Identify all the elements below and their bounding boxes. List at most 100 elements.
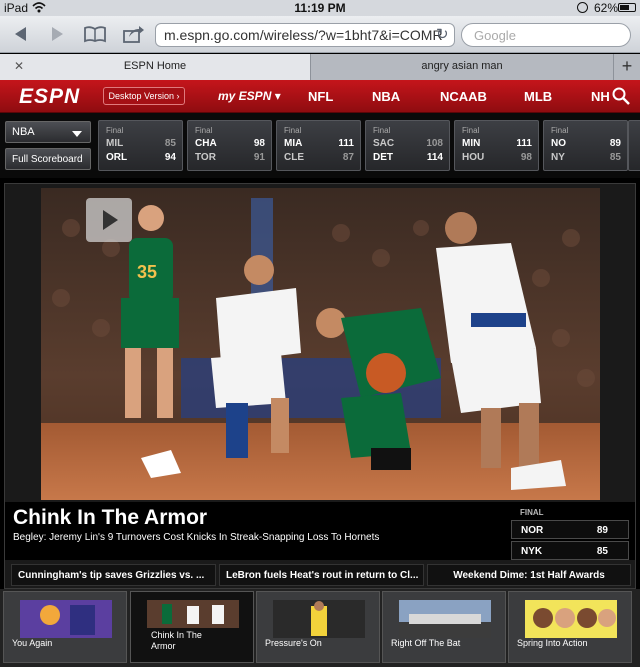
- game-team-row: MIA 111: [284, 138, 354, 151]
- battery-percent: 62%: [594, 1, 619, 15]
- game-team-row: MIL 85: [106, 138, 176, 151]
- headline-link[interactable]: LeBron fuels Heat's rout in return to Cl…: [219, 564, 424, 586]
- game-score-card-partial[interactable]: [628, 120, 640, 171]
- dropdown-arrow-icon: [72, 131, 82, 137]
- game-team-row: CHA 98: [195, 138, 265, 151]
- game-team-row: NO 89: [551, 138, 621, 151]
- game-score-card[interactable]: Final MIL 85 ORL 94: [98, 120, 183, 171]
- tab-title: angry asian man: [421, 60, 503, 72]
- tab-bar: ✕ ESPN Home angry asian man +: [0, 54, 640, 80]
- game-score-card[interactable]: Final NO 89 NY 85: [543, 120, 628, 171]
- play-video-button[interactable]: [86, 198, 132, 242]
- espn-logo[interactable]: ESPN: [19, 86, 80, 107]
- my-espn-menu[interactable]: my ESPN ▾: [218, 89, 281, 103]
- full-scoreboard-button[interactable]: Full Scoreboard: [5, 148, 91, 170]
- thumbnail-image: [399, 600, 491, 638]
- team-score: 111: [338, 138, 354, 149]
- final-row-nor: NOR 89: [511, 520, 629, 539]
- close-tab-icon[interactable]: ✕: [14, 54, 24, 78]
- game-team-row: HOU 98: [462, 152, 532, 165]
- game-team-row: NY 85: [551, 152, 621, 165]
- league-label: NBA: [12, 126, 35, 138]
- team-abbr: HOU: [462, 152, 485, 163]
- team-abbr: CHA: [195, 138, 217, 149]
- carousel-label: Pressure's On: [265, 638, 322, 648]
- story-caption: Chink In The Armor Begley: Jeremy Lin's …: [5, 502, 635, 560]
- team-score: 85: [609, 152, 621, 163]
- back-icon[interactable]: [12, 25, 28, 43]
- game-team-row: SAC 108: [373, 138, 443, 151]
- team-score: 89: [609, 138, 621, 149]
- carousel-label: Spring Into Action: [517, 638, 588, 648]
- team-score: 98: [520, 152, 532, 163]
- game-team-row: TOR 91: [195, 152, 265, 165]
- carousel-item[interactable]: Pressure's On: [256, 591, 380, 663]
- headline-link[interactable]: Cunningham's tip saves Grizzlies vs. ...: [11, 564, 216, 586]
- desktop-version-button[interactable]: Desktop Version ›: [103, 87, 185, 105]
- team-score: 111: [516, 138, 532, 149]
- carousel-item-active[interactable]: Chink In The Armor: [130, 591, 254, 663]
- battery-icon: [618, 3, 636, 12]
- game-score-card[interactable]: Final MIA 111 CLE 87: [276, 120, 361, 171]
- carousel-item[interactable]: You Again: [3, 591, 127, 663]
- final-score: 85: [596, 546, 608, 557]
- team-abbr: SAC: [373, 138, 395, 149]
- team-score: 94: [164, 152, 176, 163]
- headline-link[interactable]: Weekend Dime: 1st Half Awards: [427, 564, 631, 586]
- league-dropdown[interactable]: NBA: [5, 121, 91, 143]
- team-score: 91: [253, 152, 265, 163]
- team-abbr: MIN: [462, 138, 481, 149]
- team-abbr: ORL: [106, 152, 128, 163]
- tab-espn-home[interactable]: ✕ ESPN Home: [0, 54, 311, 80]
- nav-link-nfl[interactable]: NFL: [308, 89, 333, 104]
- carousel-item[interactable]: Right Off The Bat: [382, 591, 506, 663]
- game-team-row: CLE 87: [284, 152, 354, 165]
- game-status: Final: [195, 126, 213, 135]
- search-icon[interactable]: [612, 87, 630, 105]
- game-status: Final: [462, 126, 480, 135]
- carousel-label: Chink In The Armor: [151, 630, 202, 651]
- tab-angry-asian-man[interactable]: angry asian man: [311, 54, 614, 80]
- nav-link-nhl[interactable]: NH: [591, 89, 610, 104]
- game-score-card[interactable]: Final SAC 108 DET 114: [365, 120, 450, 171]
- bookmarks-icon[interactable]: [84, 25, 106, 43]
- game-team-row: ORL 94: [106, 152, 176, 165]
- final-label: FINAL: [520, 508, 544, 517]
- thumbnail-image: [147, 600, 239, 628]
- scoreboard-strip: NBA Full Scoreboard Final MIL 85 ORL 94 Final…: [0, 113, 640, 178]
- story-carousel: You Again Chink In The Armor Pressure's …: [0, 589, 640, 667]
- team-score: 114: [426, 152, 443, 163]
- nav-link-mlb[interactable]: MLB: [524, 89, 552, 104]
- nav-link-ncaab[interactable]: NCAAB: [440, 89, 487, 104]
- game-score-card[interactable]: Final MIN 111 HOU 98: [454, 120, 539, 171]
- featured-photo[interactable]: 35: [41, 188, 600, 500]
- final-row-nyk: NYK 85: [511, 541, 629, 560]
- address-bar[interactable]: m.espn.go.com/wireless/?w=1bht7&i=COMR: [155, 23, 455, 47]
- espn-navbar: ESPN Desktop Version › my ESPN ▾ NFL NBA…: [0, 80, 640, 113]
- tab-title: ESPN Home: [123, 60, 187, 72]
- game-score-card[interactable]: Final CHA 98 TOR 91: [187, 120, 272, 171]
- carousel-item[interactable]: Spring Into Action: [508, 591, 632, 663]
- final-team: NYK: [521, 546, 543, 557]
- browser-toolbar: m.espn.go.com/wireless/?w=1bht7&i=COMR ↻…: [0, 16, 640, 53]
- story-subheadline[interactable]: Begley: Jeremy Lin's 9 Turnovers Cost Kn…: [13, 532, 379, 543]
- game-team-row: DET 114: [373, 152, 443, 165]
- forward-icon[interactable]: [50, 25, 66, 43]
- team-abbr: NY: [551, 152, 565, 163]
- final-score-box[interactable]: FINAL NOR 89 NYK 85: [511, 505, 629, 560]
- thumbnail-image: [525, 600, 617, 638]
- game-status: Final: [284, 126, 302, 135]
- team-score: 85: [164, 138, 176, 149]
- new-tab-button[interactable]: +: [614, 54, 640, 80]
- search-field[interactable]: Google: [461, 23, 631, 47]
- status-bar: iPad 11:19 PM 62%: [0, 0, 640, 16]
- my-espn-label: my ESPN: [218, 89, 272, 103]
- nav-link-nba[interactable]: NBA: [372, 89, 400, 104]
- svg-text:35: 35: [137, 262, 157, 282]
- share-icon[interactable]: [123, 25, 145, 43]
- story-headline[interactable]: Chink In The Armor: [13, 506, 207, 530]
- reload-icon[interactable]: ↻: [436, 27, 449, 42]
- team-score: 87: [342, 152, 354, 163]
- team-abbr: CLE: [284, 152, 304, 163]
- ipad-screen: iPad 11:19 PM 62% m.espn.go.com/wireless…: [0, 0, 640, 667]
